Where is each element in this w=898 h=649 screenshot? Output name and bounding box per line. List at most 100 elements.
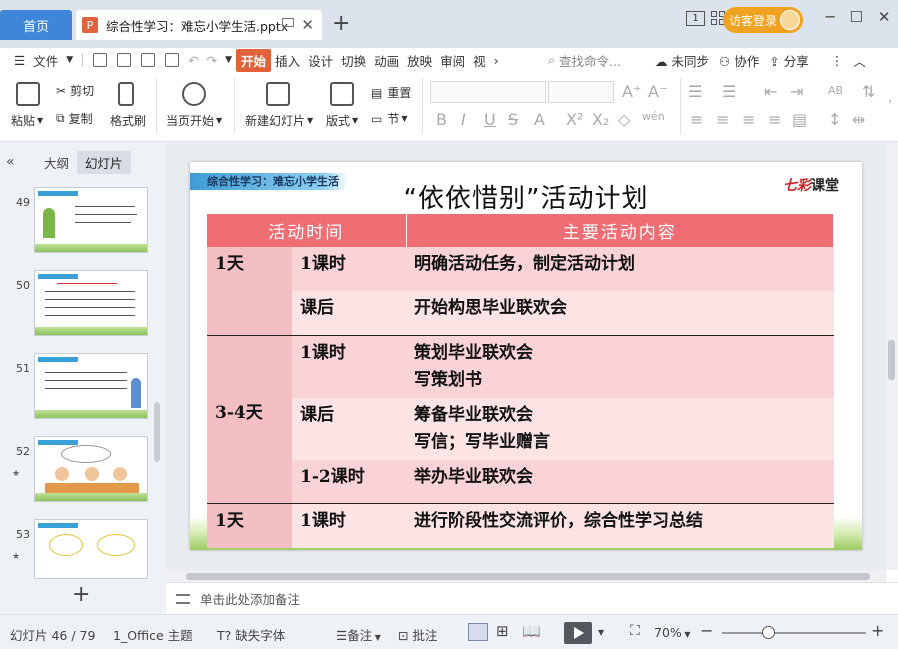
slide-thumbnail-52[interactable] [34,436,148,502]
monitor-icon[interactable] [282,18,294,27]
align-right-icon[interactable]: ≡ [742,110,755,129]
vertical-scroll-thumb[interactable] [888,340,895,380]
format-painter-button[interactable]: 格式刷 [110,112,146,129]
pinyin-icon[interactable]: wén [642,110,665,123]
numbering-icon[interactable]: ☰ [722,82,736,101]
justify-icon[interactable]: ≡ [768,110,781,129]
font-color-icon[interactable]: A [534,110,545,129]
tab-animation[interactable]: 动画 [370,51,403,70]
format-painter-icon[interactable] [118,82,134,106]
copy-button[interactable]: ⧉ 复制 [56,110,93,127]
increase-indent-icon[interactable]: ⇥ [790,82,803,101]
print-icon[interactable] [141,53,156,67]
section-button[interactable]: ▭ 节 ▼ [371,110,408,127]
tab-design[interactable]: 设计 [304,51,337,70]
decrease-indent-icon[interactable]: ⇤ [764,82,777,101]
tab-slideshow[interactable]: 放映 [403,51,436,70]
zoom-in-icon[interactable]: + [871,621,884,640]
add-slide-button[interactable]: + [72,582,90,607]
hamburger-icon[interactable]: ☰ [10,53,29,68]
close-tab-icon[interactable]: ✕ [301,16,314,34]
slide-thumbnail-49[interactable] [34,187,148,253]
strikethrough-icon[interactable]: S [508,110,518,129]
notes-pane[interactable]: 单击此处添加备注 [166,582,898,614]
save-icon[interactable] [93,53,108,67]
column-spacing-icon[interactable]: ⇹ [852,110,865,129]
reading-view-icon[interactable]: 📖 [522,622,541,640]
paste-button[interactable]: 粘贴 ▼ [11,112,43,129]
new-slide-icon[interactable] [266,82,290,106]
sync-button[interactable]: ☁ 未同步 [655,51,709,70]
document-tab[interactable]: P 综合性学习：难忘小学生活.pptx ✕ [76,10,322,40]
collapse-panel-icon[interactable]: « [6,154,36,170]
align-left-icon[interactable]: ≡ [690,110,703,129]
share-button[interactable]: ⇪ 分享 [769,51,808,70]
play-from-current-button[interactable]: 当页开始 ▼ [166,112,222,129]
tab-scroll-right-icon[interactable]: › [490,53,503,68]
chevron-down-icon[interactable]: ▼ [62,55,77,65]
distributed-icon[interactable]: ▤ [792,110,807,129]
shrink-font-icon[interactable]: A⁻ [648,82,667,101]
slide-thumbnail-53[interactable] [34,519,148,579]
close-window-icon[interactable]: ✕ [878,8,891,30]
sorter-view-icon[interactable]: ⊞ [496,622,509,640]
normal-view-icon[interactable] [468,623,488,641]
zoom-out-icon[interactable]: − [700,621,713,640]
slide[interactable]: 综合性学习：难忘小学生活 “依依惜别”活动计划 七彩课堂 活动时间 主要活动内容… [190,162,862,550]
collab-button[interactable]: ⚇ 协作 [719,51,759,70]
window-count-badge[interactable]: 1 [686,11,705,26]
grow-font-icon[interactable]: A⁺ [622,82,641,101]
zoom-slider[interactable] [722,632,866,634]
maximize-icon[interactable]: ☐ [849,8,862,30]
superscript-icon[interactable]: X² [566,110,583,129]
missing-font-button[interactable]: T? 缺失字体 [217,625,285,644]
notes-toggle[interactable]: ☰备注 ▼ [336,625,381,644]
redo-icon[interactable]: ↷ [203,53,221,68]
subscript-icon[interactable]: X₂ [592,110,609,129]
horizontal-scroll-thumb[interactable] [186,573,870,580]
tab-slides[interactable]: 幻灯片 [77,150,131,174]
zoom-slider-handle[interactable] [762,626,775,639]
play-from-current-icon[interactable] [182,82,206,106]
underline-icon[interactable]: U [484,110,496,129]
fit-window-icon[interactable]: ⛶ [630,623,640,639]
clear-format-icon[interactable]: ◇ [618,110,630,129]
layout-button[interactable]: 版式 ▼ [326,112,358,129]
font-family-select[interactable] [430,81,546,103]
sort-icon[interactable]: ⇅ [862,82,875,101]
minimize-icon[interactable]: ─ [825,8,834,30]
command-search[interactable]: ⌕ 查找命令... [548,48,621,72]
tab-start[interactable]: 开始 [236,48,272,72]
line-spacing-icon[interactable]: ↕ [828,110,841,129]
home-tab[interactable]: 首页 [0,10,72,40]
file-menu[interactable]: 文件 [29,51,62,70]
slide-thumbnail-50[interactable] [34,270,148,336]
tab-view[interactable]: 视 [469,51,490,70]
theme-name[interactable]: 1_Office 主题 [113,625,193,644]
bold-icon[interactable]: B [436,110,447,129]
align-center-icon[interactable]: ≡ [716,110,729,129]
slide-title[interactable]: “依依惜别”活动计划 [190,178,862,215]
comments-toggle[interactable]: ⊡ 批注 [398,625,437,644]
activity-plan-table[interactable]: 活动时间 主要活动内容 1天 1课时 明确活动任务，制定活动计划 课后 开始构思… [207,214,834,548]
font-size-select[interactable] [548,81,614,103]
ribbon-scroll-icon[interactable]: › [888,96,892,107]
more-icon[interactable]: ⋮ [831,53,844,68]
italic-icon[interactable]: I [461,110,466,129]
new-slide-button[interactable]: 新建幻灯片 ▼ [245,112,313,129]
layout-icon[interactable] [330,82,354,106]
slideshow-play-button[interactable] [564,622,592,644]
bullets-icon[interactable]: ☰ [688,82,702,101]
slide-thumbnail-51[interactable] [34,353,148,419]
panel-scrollbar[interactable] [154,402,160,462]
new-tab-button[interactable]: + [332,12,350,36]
paste-icon[interactable] [16,82,40,106]
reset-button[interactable]: ▤ 重置 [371,84,411,101]
play-options-chevron-icon[interactable]: ▼ [598,628,604,637]
print-preview-icon[interactable] [165,53,180,67]
visitor-login-button[interactable]: 访客登录 [723,7,803,33]
undo-icon[interactable]: ↶ [184,53,202,68]
tab-review[interactable]: 审阅 [436,51,469,70]
text-case-icon[interactable]: AB [828,84,843,97]
tab-insert[interactable]: 插入 [271,51,304,70]
